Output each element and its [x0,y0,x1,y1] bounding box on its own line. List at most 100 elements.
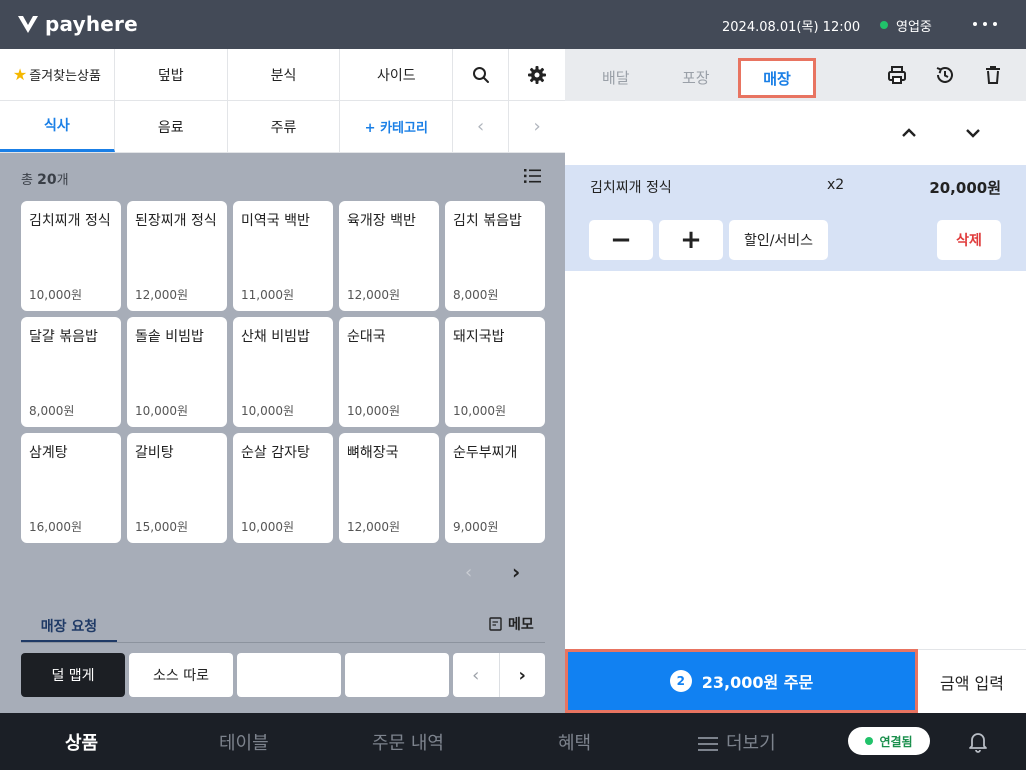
discount-service-button[interactable]: 할인/서비스 [729,220,828,260]
amount-input-button[interactable]: 금액 입력 [918,649,1026,713]
request-less-spicy[interactable]: 덜 맵게 [21,653,125,697]
order-item-price: 20,000원 [929,179,1001,197]
search-button[interactable] [453,49,510,100]
connection-status: 연결됨 [848,727,930,755]
category-alcohol[interactable]: 주류 [228,101,341,152]
connection-label: 연결됨 [879,734,913,749]
product-price: 12,000원 [135,288,189,302]
product-name: 김치 볶음밥 [453,213,522,229]
product-card[interactable]: 육개장 백반 12,000원 [339,201,439,311]
category-prev-button[interactable]: ‹ [453,101,510,152]
product-card[interactable]: 김치 볶음밥 8,000원 [445,201,545,311]
list-view-icon[interactable] [524,169,541,183]
count-suffix: 개 [56,173,69,188]
tab-dine-in[interactable]: 매장 [738,58,816,98]
count-prefix: 총 [21,173,33,188]
increase-qty-button[interactable]: + [659,220,723,260]
order-item[interactable]: 김치찌개 정식 x2 20,000원 − + 할인/서비스 삭제 [565,165,1026,271]
nav-tables[interactable]: 테이블 [219,729,269,755]
product-name: 순살 감자탕 [241,445,310,461]
nav-more-label: 더보기 [726,733,776,754]
product-name: 김치찌개 정식 [29,213,111,229]
page-next-button[interactable]: › [512,560,520,584]
product-name: 순대국 [347,329,386,345]
product-card[interactable]: 돼지국밥 10,000원 [445,317,545,427]
nav-benefits[interactable]: 혜택 [558,729,591,755]
tab-delivery[interactable]: 배달 [602,67,630,88]
product-card[interactable]: 삼계탕 16,000원 [21,433,121,543]
status-dot-icon [880,21,888,29]
nav-order-history[interactable]: 주문 내역 [372,729,444,755]
category-meal[interactable]: 식사 [0,101,115,152]
category-bunsik[interactable]: 분식 [228,49,341,100]
delete-item-button[interactable]: 삭제 [937,220,1001,260]
bell-icon[interactable] [966,729,990,753]
category-favorites[interactable]: ★ 즐겨찾는상품 [0,49,115,100]
add-category-button[interactable]: + 카테고리 [340,101,454,152]
product-price: 10,000원 [29,288,83,302]
nav-products[interactable]: 상품 [65,729,98,755]
product-price: 10,000원 [241,404,295,418]
product-price: 10,000원 [453,404,507,418]
product-card[interactable]: 된장찌개 정식 12,000원 [127,201,227,311]
order-panel: 배달 포장 매장 김치찌개 정식 x2 20,000원 − + 할인/서비스 삭 [565,49,1026,713]
product-card[interactable]: 산채 비빔밥 10,000원 [233,317,333,427]
product-name: 순두부찌개 [453,445,518,461]
product-price: 9,000원 [453,520,499,534]
page-prev-button[interactable]: ‹ [465,562,472,583]
product-price: 8,000원 [453,288,499,302]
category-deopbap[interactable]: 덮밥 [115,49,228,100]
place-order-button[interactable]: 2 23,000원 주문 [565,649,918,713]
product-card[interactable]: 순두부찌개 9,000원 [445,433,545,543]
product-name: 삼계탕 [29,445,68,461]
decrease-qty-button[interactable]: − [589,220,653,260]
nav-more[interactable]: 더보기 [698,729,776,755]
chevron-up-icon[interactable] [899,123,919,143]
product-name: 돌솥 비빔밥 [135,329,204,345]
product-card[interactable]: 미역국 백반 11,000원 [233,201,333,311]
settings-button[interactable] [509,49,565,100]
request-prev-button[interactable]: ‹ [453,653,500,697]
request-pager: ‹ › [453,653,545,697]
tab-takeout[interactable]: 포장 [682,67,710,88]
product-price: 12,000원 [347,288,401,302]
product-card[interactable]: 김치찌개 정식 10,000원 [21,201,121,311]
product-name: 미역국 백반 [241,213,310,229]
product-card[interactable]: 달걀 볶음밥 8,000원 [21,317,121,427]
product-price: 11,000원 [241,288,295,302]
memo-label: 메모 [508,617,534,633]
product-card[interactable]: 순대국 10,000원 [339,317,439,427]
more-options-icon[interactable] [973,14,997,34]
product-panel: ★ 즐겨찾는상품 덮밥 분식 사이드 식사 음료 주류 + 카테고리 ‹ › 총… [0,49,565,713]
store-request-tab[interactable]: 매장 요청 [21,612,117,642]
product-name: 갈비탕 [135,445,174,461]
print-icon[interactable] [886,64,908,86]
app-logo: payhere [17,12,138,36]
history-icon[interactable] [934,64,956,86]
product-price: 16,000원 [29,520,83,534]
product-price: 15,000원 [135,520,189,534]
order-button-label: 23,000원 주문 [701,673,814,692]
chevron-down-icon[interactable] [963,123,983,143]
category-side[interactable]: 사이드 [340,49,454,100]
product-name: 된장찌개 정식 [135,213,217,229]
memo-button[interactable]: 메모 [489,614,534,634]
product-card[interactable]: 돌솥 비빔밥 10,000원 [127,317,227,427]
logo-icon [18,16,38,33]
product-name: 육개장 백반 [347,213,416,229]
chevron-right-icon: › [533,116,541,137]
category-drinks[interactable]: 음료 [115,101,228,152]
bottom-nav: 상품 테이블 주문 내역 혜택 더보기 연결됨 [0,713,1026,770]
product-name: 돼지국밥 [453,329,505,345]
product-card[interactable]: 뼈해장국 12,000원 [339,433,439,543]
request-sauce-separate[interactable]: 소스 따로 [129,653,233,697]
category-next-button[interactable]: › [509,101,565,152]
connected-dot-icon [865,737,874,745]
request-empty-1[interactable] [237,653,341,697]
request-next-button[interactable]: › [500,653,546,697]
order-item-name: 김치찌개 정식 [590,180,672,196]
trash-icon[interactable] [982,64,1004,86]
product-card[interactable]: 순살 감자탕 10,000원 [233,433,333,543]
product-card[interactable]: 갈비탕 15,000원 [127,433,227,543]
request-empty-2[interactable] [345,653,449,697]
